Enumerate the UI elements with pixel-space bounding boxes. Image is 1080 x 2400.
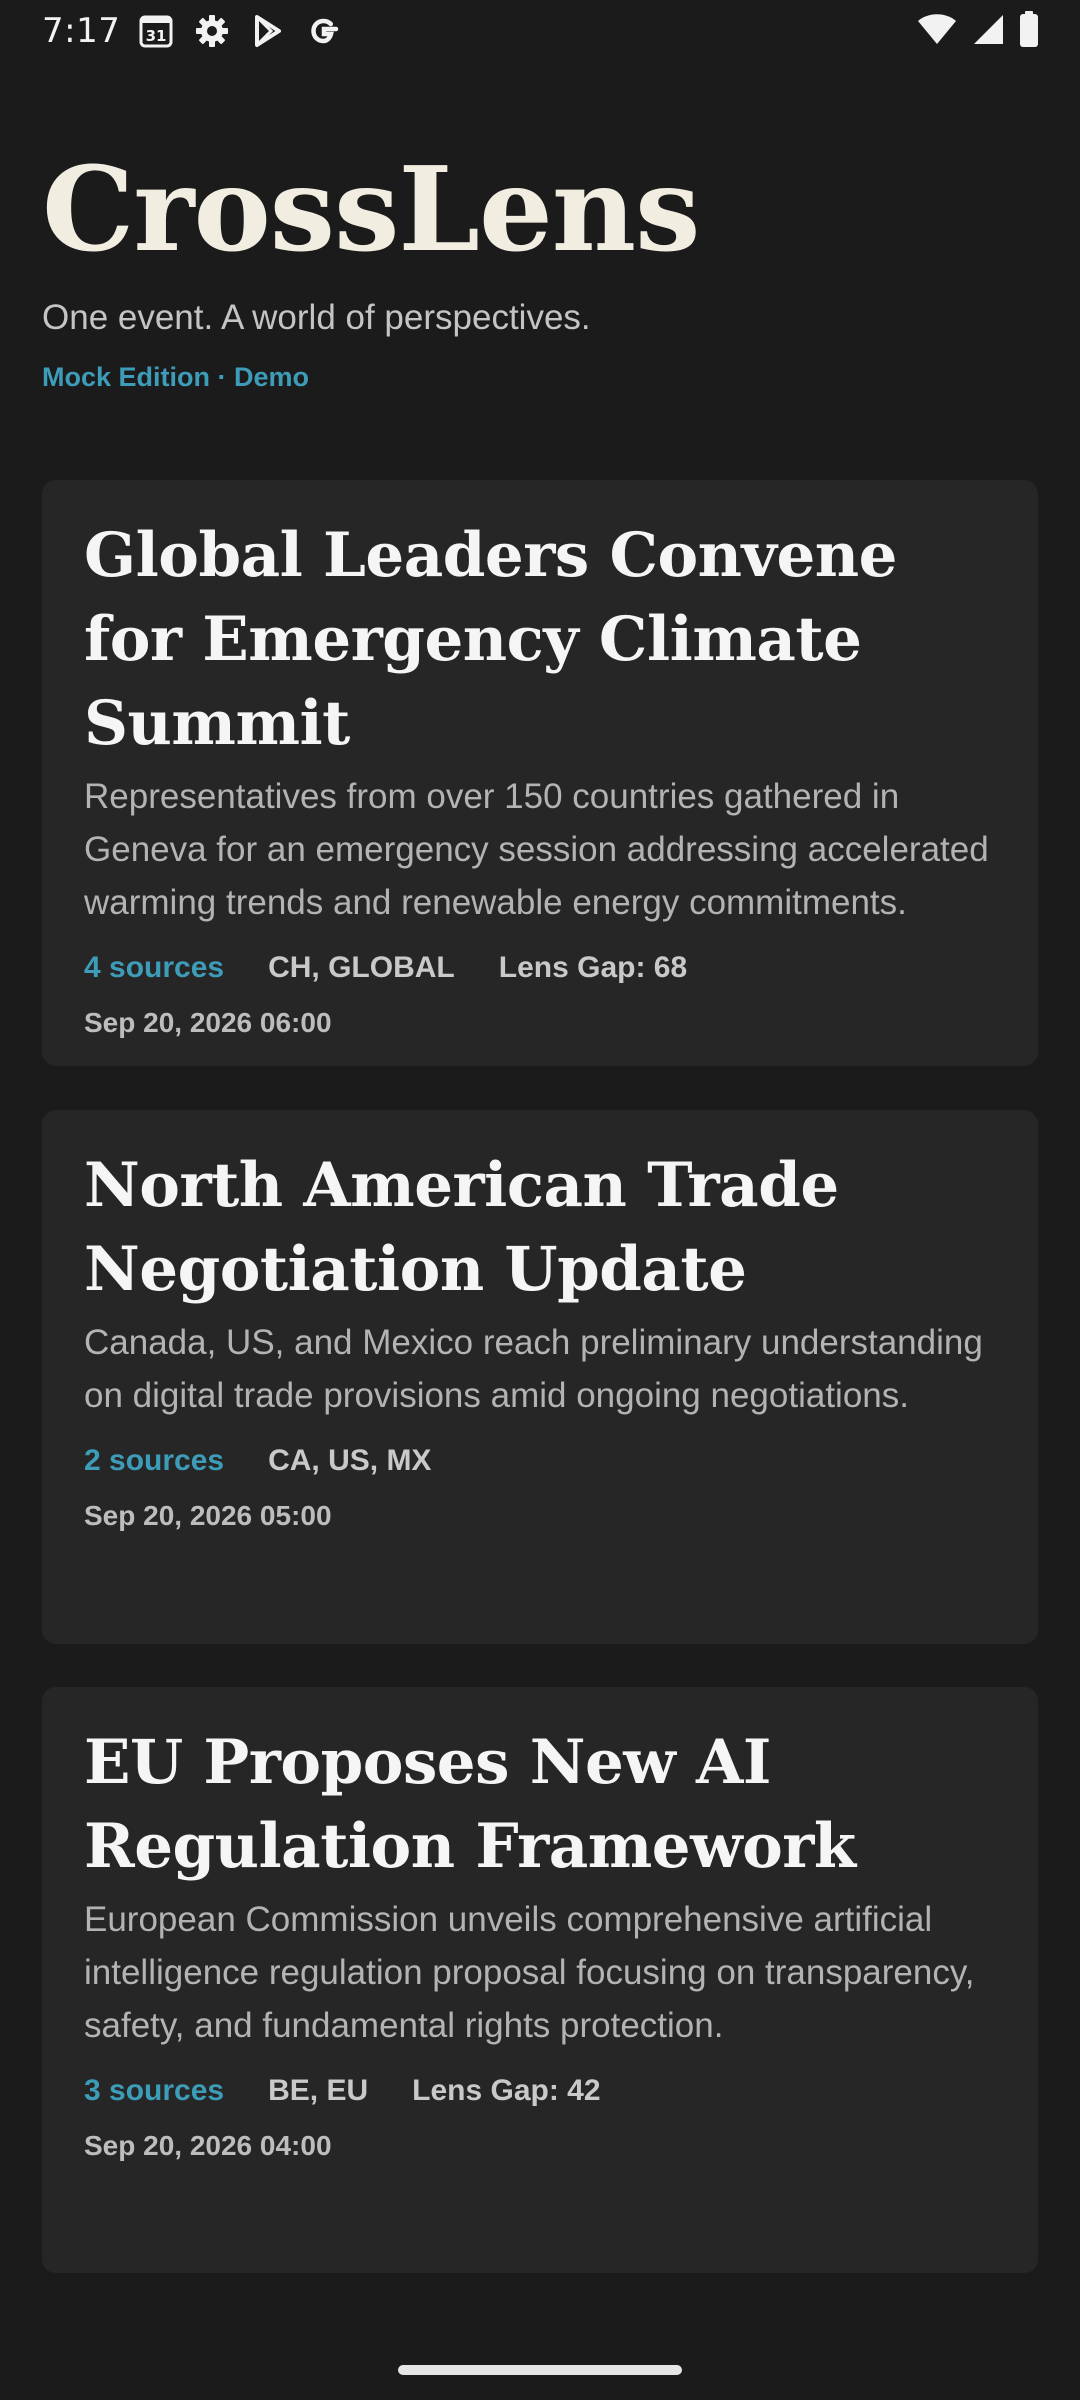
- calendar-icon: 31: [136, 11, 176, 51]
- play-store-icon: [248, 11, 288, 51]
- calendar-day: 31: [146, 27, 167, 45]
- story-title: EU Proposes New AI Regulation Framework: [84, 1727, 856, 1882]
- story-date: Sep 20, 2026 05:00: [84, 1500, 332, 1531]
- app-title: CrossLens: [42, 142, 700, 278]
- story-summary: European Commission unveils comprehensiv…: [84, 1900, 975, 2045]
- story-card[interactable]: North American Trade Negotiation Update …: [42, 1110, 1038, 1644]
- battery-icon: [1018, 10, 1040, 53]
- google-icon: [304, 11, 344, 51]
- sources-link[interactable]: 2 sources: [84, 1440, 224, 1482]
- app-tagline: One event. A world of perspectives.: [42, 298, 591, 337]
- story-meta: 2 sources CA, US, MX: [84, 1440, 996, 1482]
- gear-icon: [192, 11, 232, 51]
- story-meta: 3 sources BE, EU Lens Gap: 42: [84, 2070, 996, 2112]
- cellular-signal-icon: [970, 11, 1006, 52]
- wifi-icon: [916, 11, 958, 52]
- story-regions: CH, GLOBAL: [268, 951, 455, 984]
- story-regions: CA, US, MX: [268, 1444, 432, 1477]
- status-bar: 7:17 31: [0, 0, 1080, 62]
- status-bar-left: 7:17 31: [42, 8, 344, 54]
- sources-link[interactable]: 3 sources: [84, 2070, 224, 2112]
- lens-gap-score: Lens Gap: 68: [498, 951, 688, 984]
- lens-gap-score: Lens Gap: 42: [412, 2074, 601, 2107]
- edition-label: Mock Edition · Demo: [42, 362, 310, 392]
- story-summary: Representatives from over 150 countries …: [84, 777, 989, 922]
- story-card[interactable]: Global Leaders Convene for Emergency Cli…: [42, 480, 1038, 1066]
- story-summary: Canada, US, and Mexico reach preliminary…: [84, 1323, 983, 1415]
- story-date: Sep 20, 2026 04:00: [84, 2130, 332, 2161]
- story-regions: BE, EU: [268, 2074, 369, 2107]
- status-time: 7:17: [42, 11, 121, 51]
- sources-link[interactable]: 4 sources: [84, 947, 224, 989]
- story-title: Global Leaders Convene for Emergency Cli…: [84, 520, 897, 759]
- gesture-navigation-handle[interactable]: [398, 2365, 682, 2375]
- story-meta: 4 sources CH, GLOBAL Lens Gap: 68: [84, 947, 996, 989]
- status-bar-right: [916, 10, 1040, 52]
- story-card[interactable]: EU Proposes New AI Regulation Framework …: [42, 1687, 1038, 2273]
- story-title: North American Trade Negotiation Update: [84, 1150, 839, 1305]
- story-date: Sep 20, 2026 06:00: [84, 1007, 332, 1038]
